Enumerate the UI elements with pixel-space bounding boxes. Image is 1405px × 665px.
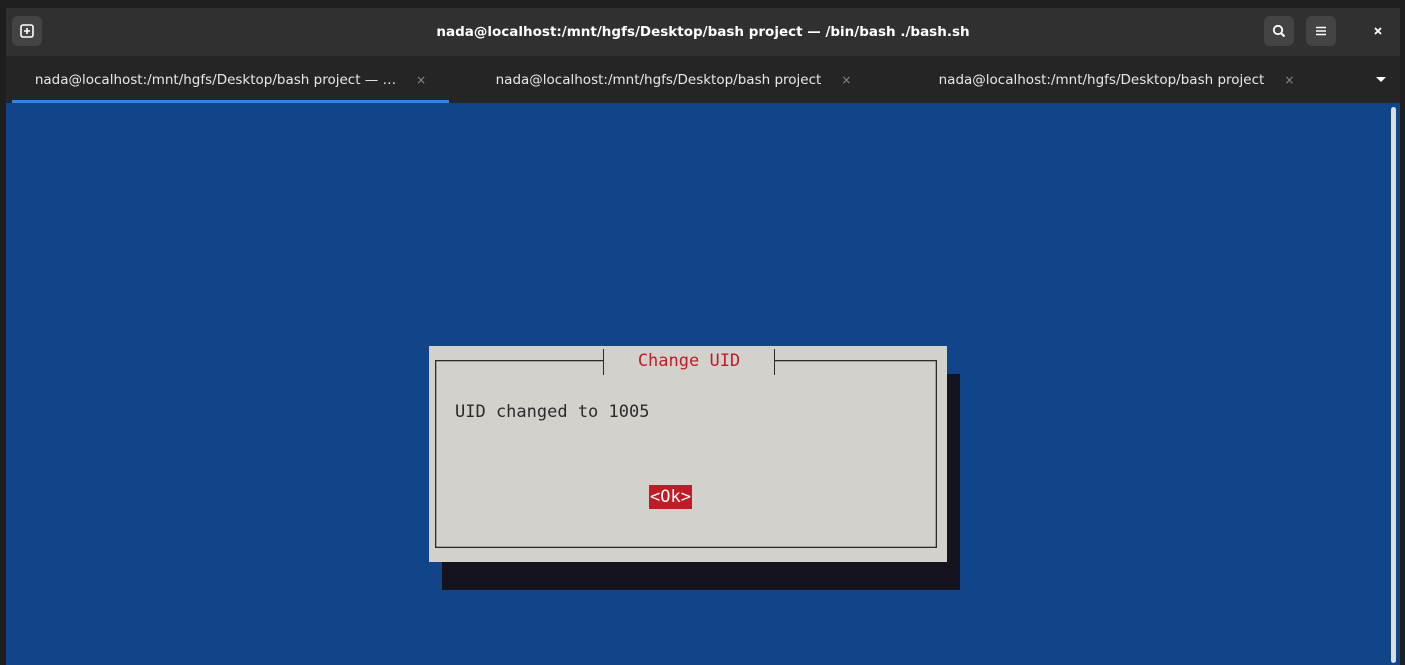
tab-close-icon[interactable]: × (841, 73, 851, 87)
close-window-button[interactable] (1363, 16, 1393, 46)
title-tee-left (603, 349, 604, 375)
search-icon (1272, 24, 1286, 38)
tab-3[interactable]: nada@localhost:/mnt/hgfs/Desktop/bash pr… (898, 56, 1335, 103)
tab-label: nada@localhost:/mnt/hgfs/Desktop/bash pr… (34, 71, 397, 88)
window-titlebar: nada@localhost:/mnt/hgfs/Desktop/bash pr… (6, 8, 1400, 56)
tab-label: nada@localhost:/mnt/hgfs/Desktop/bash pr… (495, 71, 822, 88)
window-title: nada@localhost:/mnt/hgfs/Desktop/bash pr… (436, 24, 970, 40)
new-tab-button[interactable] (12, 16, 42, 46)
tabs-dropdown-button[interactable] (1366, 64, 1396, 94)
terminal-scrollbar[interactable] (1387, 103, 1400, 665)
dialog-border (435, 360, 937, 548)
menu-button[interactable] (1306, 16, 1336, 46)
title-tee-right (774, 349, 775, 375)
new-tab-icon (20, 24, 34, 38)
dialog-title-text: Change UID (637, 351, 741, 371)
tab-bar: nada@localhost:/mnt/hgfs/Desktop/bash pr… (6, 56, 1400, 103)
search-button[interactable] (1264, 16, 1294, 46)
dialog-title: Change UID (603, 349, 775, 375)
ok-button[interactable]: <Ok> (649, 485, 692, 509)
tab-2[interactable]: nada@localhost:/mnt/hgfs/Desktop/bash pr… (455, 56, 892, 103)
scrollbar-thumb[interactable] (1391, 107, 1396, 663)
tab-1[interactable]: nada@localhost:/mnt/hgfs/Desktop/bash pr… (12, 56, 449, 103)
tab-close-icon[interactable]: × (1284, 73, 1294, 87)
menu-icon (1316, 26, 1326, 36)
close-icon (1374, 27, 1382, 35)
message-dialog: Change UID UID changed to 1005 <Ok> (429, 346, 947, 562)
dialog-message: UID changed to 1005 (455, 402, 650, 422)
tab-label: nada@localhost:/mnt/hgfs/Desktop/bash pr… (938, 71, 1265, 88)
tabs-dropdown-icon (1376, 77, 1386, 82)
tab-close-icon[interactable]: × (416, 73, 426, 87)
